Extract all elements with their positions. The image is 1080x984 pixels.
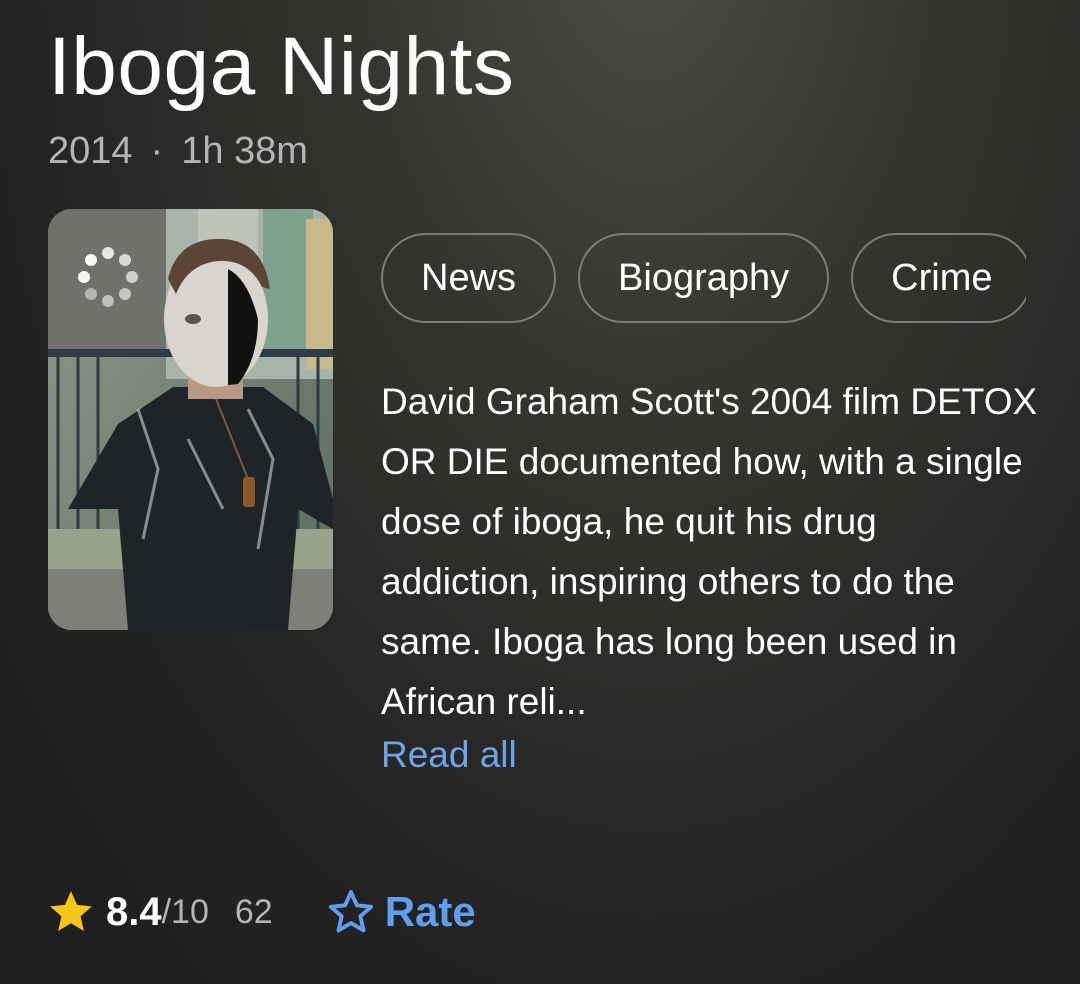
rate-button[interactable]: Rate — [325, 886, 476, 938]
rating-value: 8.4 — [106, 889, 162, 934]
star-icon — [50, 891, 92, 931]
rate-label: Rate — [384, 888, 476, 935]
release-year: 2014 — [48, 130, 133, 172]
plot-description: David Graham Scott's 2004 film DETOX OR … — [381, 381, 1038, 722]
rating-row: 8.4/10 62 Rate — [46, 884, 476, 940]
runtime: 1h 38m — [181, 130, 308, 172]
rating-count: 62 — [234, 892, 273, 931]
meta-separator: · — [150, 130, 164, 172]
loading-spinner-icon — [78, 247, 138, 307]
genre-chip-biography[interactable]: Biography — [578, 233, 830, 323]
genre-chip-crime[interactable]: Crime — [851, 233, 1026, 323]
title-meta: 2014 · 1h 38m — [48, 130, 308, 173]
page-title: Iboga Nights — [48, 21, 515, 112]
star-outline-icon — [328, 890, 373, 933]
poster-image[interactable] — [48, 209, 333, 630]
read-all-link[interactable]: Read all — [381, 734, 517, 776]
rating-max: /10 — [161, 892, 209, 931]
genre-chips: News Biography Crime — [381, 233, 1026, 323]
genre-chip-news[interactable]: News — [381, 233, 557, 323]
